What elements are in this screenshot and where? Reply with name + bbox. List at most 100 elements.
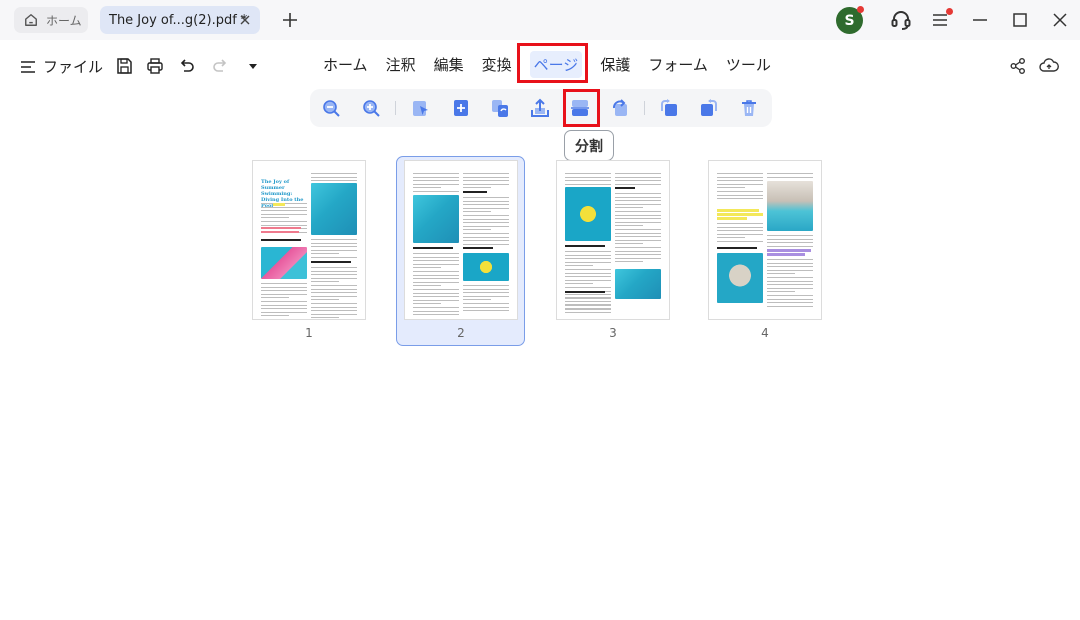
page-title: The Joy of Summer Swimming: Diving Into … — [261, 179, 304, 209]
text-line — [615, 225, 643, 227]
insert-page-icon[interactable] — [451, 98, 471, 118]
main-menu-button[interactable] — [930, 8, 953, 30]
text-line — [261, 213, 307, 215]
text-line — [615, 180, 661, 182]
page-thumbnail-1[interactable]: The Joy of Summer Swimming: Diving Into … — [252, 160, 366, 320]
text-line — [463, 211, 491, 213]
page-thumbnail-2[interactable] — [404, 160, 518, 320]
rotate-page-left-icon[interactable] — [659, 98, 679, 118]
text-line — [463, 306, 509, 308]
undo-icon[interactable] — [178, 57, 196, 75]
text-line — [311, 176, 357, 178]
text-line — [261, 293, 307, 295]
tab-annotate-label: 注釈 — [385, 55, 416, 74]
text-line — [615, 203, 661, 205]
text-line — [565, 287, 611, 288]
export-page-icon[interactable] — [530, 98, 550, 118]
rotate-left-icon[interactable] — [610, 98, 630, 118]
text-line — [261, 308, 307, 310]
tab-annotate[interactable]: 注釈 — [377, 47, 425, 81]
tab-convert-label: 変換 — [481, 55, 512, 74]
text-line — [565, 258, 611, 260]
text-line — [565, 173, 611, 174]
delete-page-icon[interactable] — [739, 98, 759, 118]
text-line — [463, 187, 491, 189]
replace-page-icon[interactable] — [490, 98, 510, 118]
tab-edit[interactable]: 編集 — [425, 47, 473, 81]
text-line — [767, 266, 813, 268]
text-line — [717, 233, 763, 235]
text-line — [413, 173, 459, 174]
text-line — [463, 240, 509, 242]
text-line — [413, 299, 459, 301]
text-line — [463, 183, 509, 185]
text-line — [615, 221, 661, 223]
text-line — [565, 265, 593, 267]
text-line — [717, 230, 763, 232]
pool-edge-image — [615, 269, 661, 299]
headset-icon[interactable] — [889, 8, 913, 32]
tab-protect[interactable]: 保護 — [591, 47, 639, 81]
cloud-upload-icon[interactable] — [1039, 56, 1059, 76]
share-icon[interactable] — [1009, 57, 1027, 75]
text-line — [463, 233, 509, 234]
save-icon[interactable] — [115, 57, 133, 75]
text-line — [463, 204, 509, 206]
close-tab-icon[interactable] — [237, 12, 253, 28]
highlight-mark — [767, 249, 811, 252]
text-line — [413, 267, 441, 269]
new-tab-icon[interactable] — [280, 10, 300, 30]
text-line — [311, 180, 357, 182]
highlight-mark — [273, 203, 285, 206]
text-line — [463, 173, 509, 174]
tab-tools[interactable]: ツール — [717, 47, 780, 81]
tab-form[interactable]: フォーム — [639, 47, 717, 81]
print-icon[interactable] — [146, 57, 164, 75]
text-line — [413, 307, 459, 308]
text-line — [413, 303, 441, 305]
text-line — [565, 176, 611, 178]
maximize-icon[interactable] — [1010, 10, 1030, 30]
page-thumbnail-4[interactable] — [708, 160, 822, 320]
minimize-icon[interactable] — [970, 10, 990, 30]
text-line — [463, 215, 509, 216]
text-line — [615, 200, 661, 202]
file-menu[interactable]: ファイル — [20, 56, 103, 77]
text-line — [717, 191, 763, 192]
quick-access-dropdown-icon[interactable] — [244, 57, 262, 75]
rotate-page-right-icon[interactable] — [699, 98, 719, 118]
text-line — [767, 262, 813, 264]
tab-convert[interactable]: 変換 — [473, 47, 521, 81]
page-thumbnail-3[interactable] — [556, 160, 670, 320]
zoom-in-icon[interactable] — [361, 98, 381, 118]
document-tab[interactable]: The Joy of...g(2).pdf * — [100, 6, 260, 34]
text-line — [311, 246, 357, 248]
text-line — [767, 273, 795, 275]
redo-icon[interactable] — [211, 57, 229, 75]
text-line — [565, 279, 611, 281]
avatar[interactable]: S — [836, 6, 864, 34]
tab-protect-label: 保護 — [600, 55, 631, 74]
tab-home[interactable]: ホーム — [314, 47, 377, 81]
highlight-mark — [767, 253, 805, 256]
extract-pointer-icon[interactable] — [411, 98, 431, 118]
text-line — [413, 292, 459, 294]
text-line — [717, 180, 763, 182]
text-line — [615, 257, 661, 259]
text-line — [767, 298, 813, 300]
text-line — [463, 229, 491, 231]
page-tab-highlight-box — [517, 43, 588, 83]
page-number-3: 3 — [609, 326, 617, 340]
split-tooltip: 分割 — [564, 130, 614, 161]
home-tab[interactable]: ホーム — [14, 7, 88, 33]
text-line — [311, 299, 339, 301]
text-line — [615, 207, 643, 209]
text-line — [463, 180, 509, 182]
zoom-out-icon[interactable] — [321, 98, 341, 118]
text-line — [615, 261, 643, 263]
close-window-icon[interactable] — [1050, 10, 1070, 30]
text-line — [261, 315, 289, 317]
text-line — [261, 206, 307, 208]
page-number-4: 4 — [761, 326, 769, 340]
text-line — [717, 241, 763, 242]
